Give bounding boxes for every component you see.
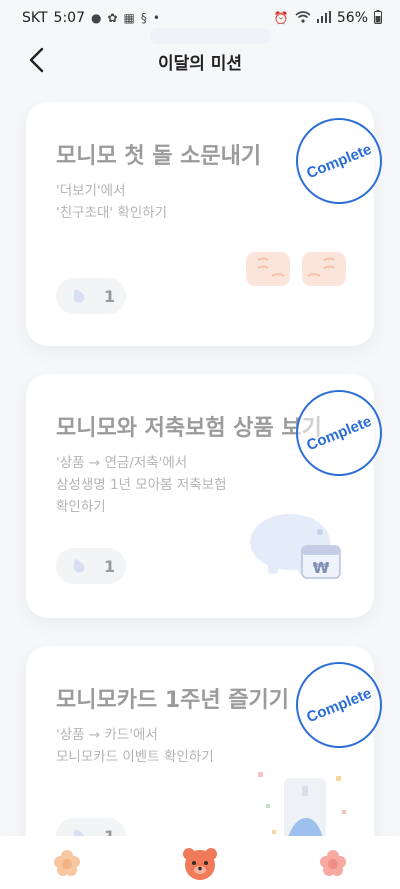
complete-stamp: Complete <box>296 662 382 748</box>
complete-stamp: Complete <box>296 390 382 476</box>
reward-count: 1 <box>104 556 116 576</box>
alarm-icon: ⏰ <box>273 11 289 25</box>
bear-icon <box>182 847 217 880</box>
mission-description: '상품 → 연금/저축'에서 삼성생명 1년 모아봄 저축보험 확인하기 <box>56 455 227 515</box>
chevron-left-icon <box>29 47 44 73</box>
flower-icon <box>320 849 347 876</box>
battery-level: 56% <box>336 10 368 26</box>
battery-icon <box>374 9 382 27</box>
header: 이달의 미션 <box>0 36 400 86</box>
reward-chip: 1 <box>56 278 126 314</box>
s-icon: § <box>140 11 147 25</box>
stamp-label: Complete <box>304 412 374 454</box>
signal-icon <box>316 10 331 26</box>
back-button[interactable] <box>20 44 52 76</box>
bottom-nav <box>0 836 400 889</box>
dot-icon: • <box>152 11 160 25</box>
carrier-label: SKT <box>22 10 48 26</box>
grid-icon: ▦ <box>123 11 135 25</box>
svg-text:₩: ₩ <box>313 559 330 577</box>
status-right: ⏰ 56% <box>273 9 382 27</box>
flower-icon <box>53 849 80 876</box>
reward-chip: 1 <box>56 548 126 584</box>
mission-description: '상품 → 카드'에서 모니모카드 이벤트 확인하기 <box>56 727 214 765</box>
mission-title: 모니모카드 1주년 즐기기 <box>56 688 290 713</box>
wifi-icon <box>295 10 311 26</box>
talk-icon: ● <box>91 11 102 25</box>
nav-flower-right[interactable] <box>308 843 358 883</box>
piggy-bank-icon: ₩ <box>244 502 348 582</box>
drop-icon <box>73 289 85 303</box>
complete-stamp: Complete <box>296 118 382 204</box>
mission-title: 모니모 첫 돌 소문내기 <box>56 144 262 169</box>
pinwheel-icon: ✿ <box>107 11 118 25</box>
mission-title: 모니모와 저축보험 상품 보기 <box>56 416 322 441</box>
clock: 5:07 <box>53 10 85 26</box>
page-title: 이달의 미션 <box>157 53 243 74</box>
drop-icon <box>73 559 85 573</box>
nav-bear-home[interactable] <box>175 843 225 883</box>
mission-description: '더보기'에서 '친구초대' 확인하기 <box>56 183 168 221</box>
stamp-label: Complete <box>304 684 374 726</box>
status-left: SKT 5:07 ● ✿ ▦ § • <box>22 10 160 26</box>
stamp-label: Complete <box>304 140 374 182</box>
nav-flower-left[interactable] <box>42 843 92 883</box>
fist-bump-icon <box>242 246 350 292</box>
reward-count: 1 <box>104 286 116 306</box>
